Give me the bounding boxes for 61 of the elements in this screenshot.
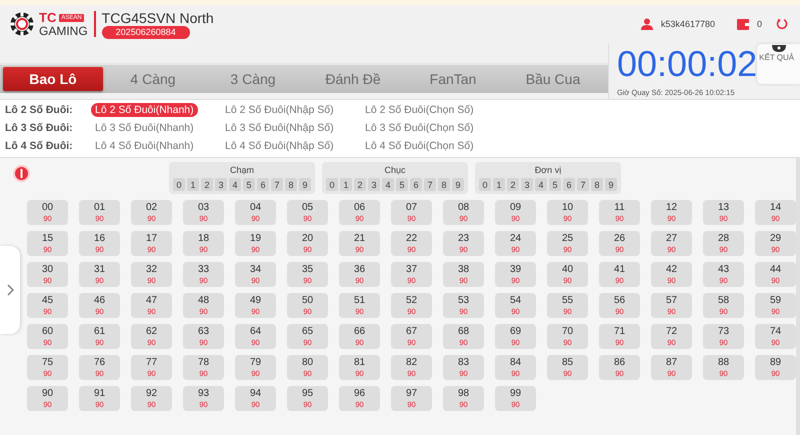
- digit-button[interactable]: 2: [201, 178, 213, 191]
- bet-type-label: Lô 2 Số Đuôi:: [5, 104, 74, 116]
- bet-option[interactable]: Lô 4 Số Đuôi(Nhanh): [91, 139, 198, 153]
- digit-button[interactable]: 4: [535, 178, 547, 191]
- alert-icon[interactable]: [13, 165, 30, 182]
- username: k53k4617780: [660, 19, 715, 29]
- brand-name: TC: [39, 11, 56, 24]
- refresh-icon[interactable]: [776, 18, 788, 30]
- digit-button[interactable]: 8: [438, 178, 450, 191]
- bet-option[interactable]: Lô 4 Số Đuôi(Chọn Số): [361, 139, 478, 153]
- logo-icon: [10, 12, 34, 36]
- bet-option[interactable]: Lô 3 Số Đuôi(Chọn Số): [361, 121, 478, 135]
- digit-button[interactable]: 2: [507, 178, 519, 191]
- digit-button[interactable]: 0: [326, 178, 338, 191]
- digit-button[interactable]: 0: [173, 178, 185, 191]
- digit-group-title: Đơn vị: [534, 164, 562, 176]
- bet-option[interactable]: Lô 2 Số Đuôi(Nhập Số): [221, 103, 338, 117]
- digit-group-title: Chạm: [230, 164, 254, 176]
- bet-option[interactable]: Lô 4 Số Đuôi(Nhập Số): [221, 139, 338, 153]
- bet-option[interactable]: Lô 2 Số Đuôi(Nhanh): [91, 103, 198, 117]
- brand-subtitle: GAMING: [39, 25, 88, 37]
- bet-type-label: Lô 4 Số Đuôi:: [5, 140, 74, 152]
- results-button[interactable]: KẾT QUẢ: [757, 44, 800, 84]
- digit-button[interactable]: 6: [410, 178, 422, 191]
- bet-option[interactable]: Lô 3 Số Đuôi(Nhập Số): [221, 121, 338, 135]
- digit-button[interactable]: 0: [479, 178, 491, 191]
- bet-option[interactable]: Lô 3 Số Đuôi(Nhanh): [91, 121, 198, 135]
- digit-button[interactable]: 8: [591, 178, 603, 191]
- chevron-right-icon: [6, 284, 14, 296]
- digit-button[interactable]: 7: [424, 178, 436, 191]
- bet-type-label: Lô 3 Số Đuôi:: [5, 122, 74, 134]
- user-icon: [640, 18, 653, 30]
- digit-button[interactable]: 3: [215, 178, 227, 191]
- balance: 0: [756, 19, 762, 29]
- digit-button[interactable]: 9: [605, 178, 617, 191]
- digit-button[interactable]: 1: [187, 178, 199, 191]
- digit-button[interactable]: 5: [396, 178, 408, 191]
- digit-button[interactable]: 2: [354, 178, 366, 191]
- digit-button[interactable]: 6: [563, 178, 575, 191]
- digit-button[interactable]: 9: [452, 178, 464, 191]
- game-title: TCG45SVN North: [102, 10, 214, 26]
- bet-option[interactable]: Lô 2 Số Đuôi(Chọn Số): [361, 103, 478, 117]
- digit-button[interactable]: 4: [229, 178, 241, 191]
- digit-button[interactable]: 7: [577, 178, 589, 191]
- digit-button[interactable]: 1: [493, 178, 505, 191]
- digit-button[interactable]: 1: [340, 178, 352, 191]
- digit-button[interactable]: 3: [368, 178, 380, 191]
- digit-button[interactable]: 8: [285, 178, 297, 191]
- digit-button[interactable]: 3: [521, 178, 533, 191]
- wallet-icon: [736, 18, 749, 30]
- digit-group-title: Chục: [384, 164, 406, 176]
- countdown-timer: 00:00:02: [617, 44, 758, 84]
- trophy-icon: [770, 45, 788, 53]
- digit-button[interactable]: 4: [382, 178, 394, 191]
- digit-button[interactable]: 9: [299, 178, 311, 191]
- digit-button[interactable]: 7: [271, 178, 283, 191]
- game-tab[interactable]: Bao Lô: [3, 67, 103, 91]
- draw-id-badge: 202506260884: [102, 26, 190, 38]
- digit-button[interactable]: 5: [549, 178, 561, 191]
- digit-button[interactable]: 5: [243, 178, 255, 191]
- digit-button[interactable]: 6: [257, 178, 269, 191]
